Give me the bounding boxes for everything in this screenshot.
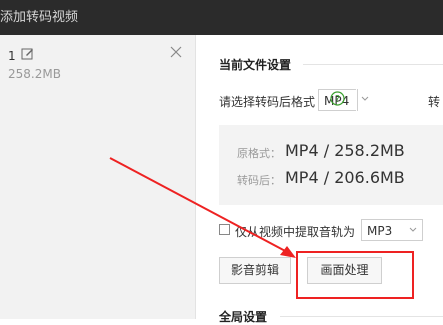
image-process-button[interactable]: 画面处理 [307,257,382,284]
close-icon[interactable] [168,44,184,60]
original-format-value: MP4 / 258.2MB [285,141,405,160]
converted-format-label: 转码后： [237,174,281,187]
section-divider [303,64,443,65]
help-icon[interactable]: ? [330,91,345,106]
format-label: 请选择转码后格式 [219,95,316,109]
format-info-box: 原格式： MP4 / 258.2MB 转码后： MP4 / 206.6MB [219,125,443,205]
chevron-down-icon [361,96,369,101]
svg-text:?: ? [335,94,340,105]
file-size: 258.2MB [8,67,61,81]
audio-format-value: MP3 [367,224,393,238]
title-bar: 添加转码视频 [0,0,443,35]
section-divider [280,316,443,317]
original-format-label: 原格式： [237,147,281,160]
window-title: 添加转码视频 [0,10,79,25]
truncated-label: 转 [428,95,441,109]
converted-format-value: MP4 / 206.6MB [285,168,405,187]
current-settings-title: 当前文件设置 [219,58,292,72]
audio-edit-button[interactable]: 影音剪辑 [219,257,291,284]
edit-icon[interactable] [20,46,35,61]
chevron-down-icon [409,227,417,232]
file-list-panel: 1 258.2MB [0,35,196,319]
extract-audio-checkbox[interactable] [219,224,230,235]
extract-audio-label: 仅从视频中提取音轨为 [235,225,356,239]
audio-format-select[interactable]: MP3 [361,219,423,241]
file-index: 1 [8,49,16,63]
global-settings-title: 全局设置 [219,310,268,324]
